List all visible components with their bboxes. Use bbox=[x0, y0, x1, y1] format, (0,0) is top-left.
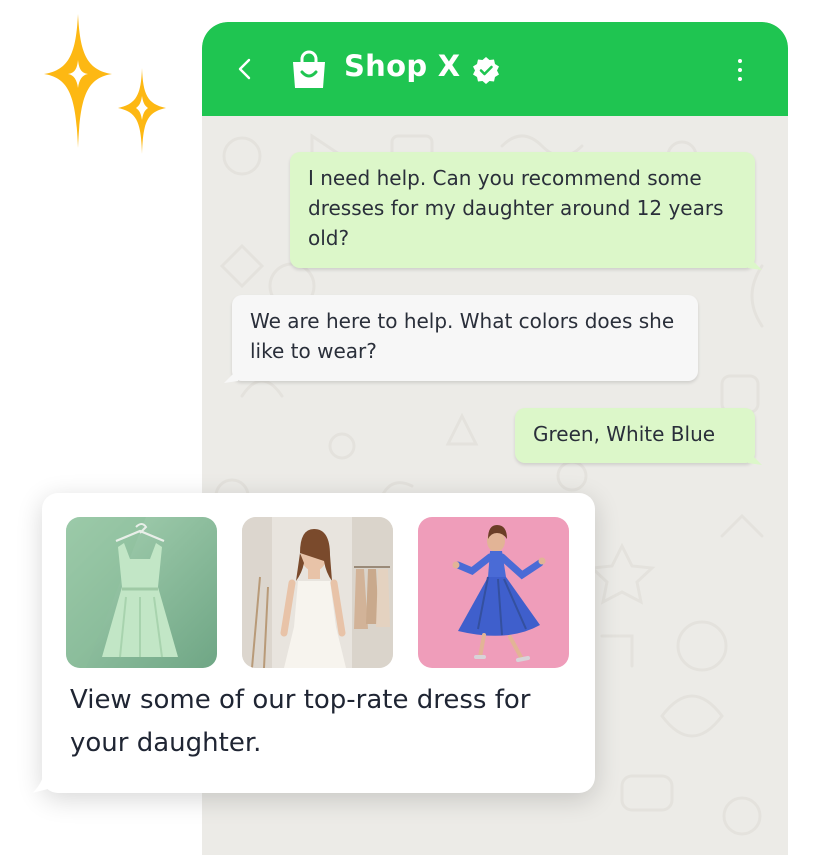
verified-badge-icon bbox=[473, 57, 499, 84]
sparkles-icon bbox=[44, 14, 166, 154]
shopping-bag-icon bbox=[293, 50, 325, 88]
chevron-left-icon[interactable] bbox=[232, 56, 258, 82]
product-card: View some of our top-rate dress for your… bbox=[32, 493, 595, 793]
product-image-green-dress[interactable] bbox=[66, 517, 217, 668]
bubble-tail bbox=[224, 369, 238, 383]
product-card-text: View some of our top-rate dress for your… bbox=[70, 685, 531, 758]
message-incoming: We are here to help. What colors does sh… bbox=[232, 295, 698, 381]
message-text: Green, White Blue bbox=[533, 422, 716, 446]
bubble-tail bbox=[748, 256, 762, 270]
message-outgoing: I need help. Can you recommend some dres… bbox=[290, 152, 755, 268]
bubble-tail bbox=[32, 763, 56, 793]
product-image-white-dress[interactable] bbox=[242, 517, 393, 668]
more-vertical-icon[interactable] bbox=[730, 56, 750, 84]
message-text: I need help. Can you recommend some dres… bbox=[308, 166, 724, 250]
bubble-tail bbox=[748, 451, 762, 465]
chat-header: Shop X bbox=[202, 22, 788, 116]
product-image-blue-dress[interactable] bbox=[418, 517, 569, 668]
message-outgoing: Green, White Blue bbox=[515, 408, 755, 463]
message-text: We are here to help. What colors does sh… bbox=[250, 309, 675, 363]
chat-title: Shop X bbox=[344, 49, 461, 83]
